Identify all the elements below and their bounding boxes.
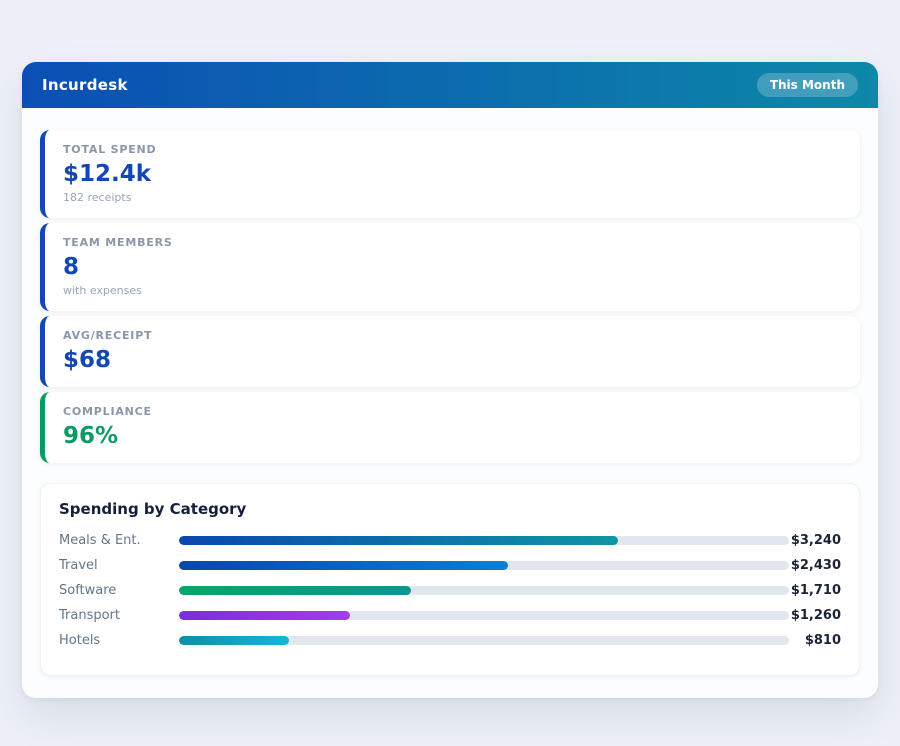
category-label: Meals & Ent.	[59, 533, 179, 548]
stat-card: AVG/RECEIPT $68	[40, 316, 860, 387]
stat-card: TOTAL SPEND $12.4k 182 receipts	[40, 130, 860, 218]
bar-fill	[179, 611, 350, 620]
bar-track	[179, 586, 789, 595]
stat-card: TEAM MEMBERS 8 with expenses	[40, 223, 860, 311]
bar-fill	[179, 536, 618, 545]
stat-value: $68	[63, 347, 842, 373]
stat-sublabel: with expenses	[63, 284, 842, 297]
stat-label: AVG/RECEIPT	[63, 329, 842, 342]
bar-track	[179, 611, 789, 620]
dashboard-body: TOTAL SPEND $12.4k 182 receipts TEAM MEM…	[22, 108, 878, 698]
stat-label: TOTAL SPEND	[63, 143, 842, 156]
chart-row: Meals & Ent. $3,240	[59, 528, 841, 553]
stats-list: TOTAL SPEND $12.4k 182 receipts TEAM MEM…	[40, 130, 860, 463]
category-value: $2,430	[789, 558, 841, 573]
chart-row: Hotels $810	[59, 628, 841, 653]
bar-track	[179, 636, 789, 645]
chart-rows: Meals & Ent. $3,240 Travel $2,430 Softwa…	[59, 528, 841, 653]
category-value: $810	[789, 633, 841, 648]
spending-chart-card: Spending by Category Meals & Ent. $3,240…	[40, 483, 860, 676]
stat-value: 8	[63, 254, 842, 280]
category-value: $1,710	[789, 583, 841, 598]
stat-label: TEAM MEMBERS	[63, 236, 842, 249]
category-label: Transport	[59, 608, 179, 623]
chart-title: Spending by Category	[59, 500, 841, 518]
chart-row: Software $1,710	[59, 578, 841, 603]
stat-label: COMPLIANCE	[63, 405, 842, 418]
bar-fill	[179, 586, 411, 595]
category-label: Software	[59, 583, 179, 598]
chart-row: Travel $2,430	[59, 553, 841, 578]
category-value: $1,260	[789, 608, 841, 623]
chart-row: Transport $1,260	[59, 603, 841, 628]
stat-sublabel: 182 receipts	[63, 191, 842, 204]
bar-fill	[179, 561, 508, 570]
period-badge[interactable]: This Month	[757, 73, 858, 97]
bar-track	[179, 536, 789, 545]
app-title: Incurdesk	[42, 76, 128, 94]
dashboard-panel: Incurdesk This Month TOTAL SPEND $12.4k …	[22, 62, 878, 698]
category-value: $3,240	[789, 533, 841, 548]
stat-value: 96%	[63, 423, 842, 449]
stat-card: COMPLIANCE 96%	[40, 392, 860, 463]
bar-track	[179, 561, 789, 570]
category-label: Hotels	[59, 633, 179, 648]
stat-value: $12.4k	[63, 161, 842, 187]
app-header: Incurdesk This Month	[22, 62, 878, 108]
bar-fill	[179, 636, 289, 645]
category-label: Travel	[59, 558, 179, 573]
